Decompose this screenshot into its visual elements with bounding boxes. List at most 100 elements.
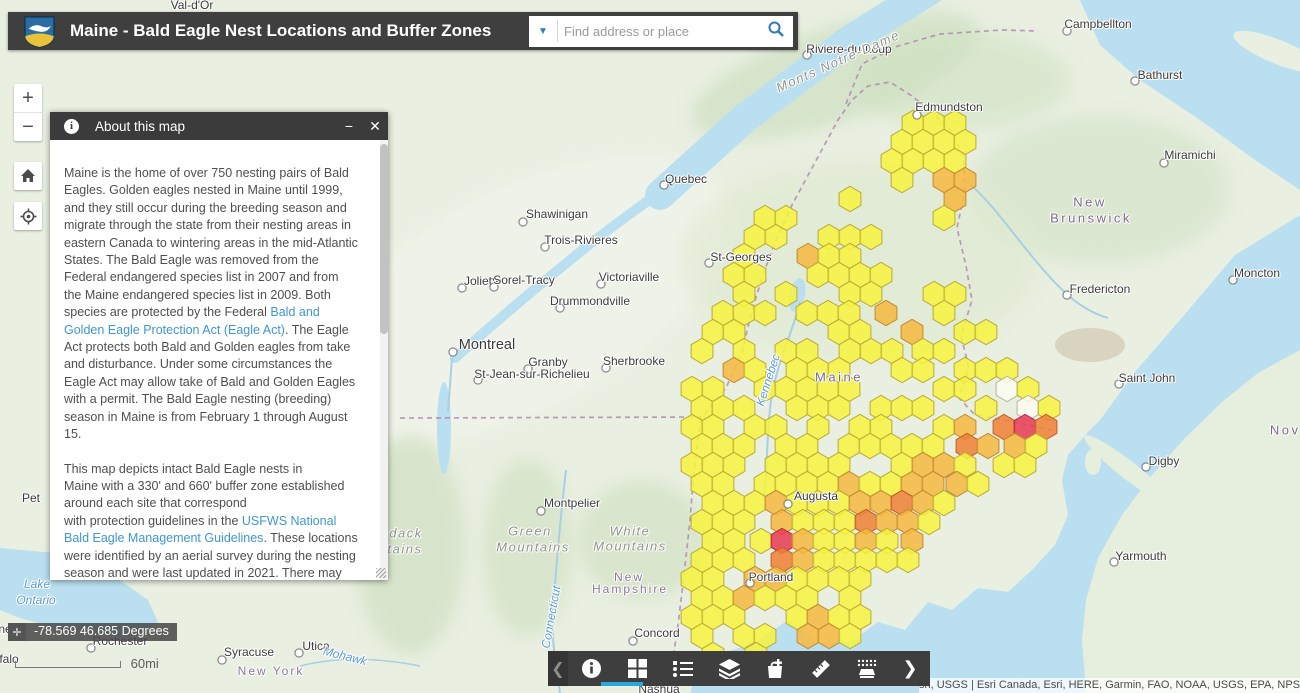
map-label: Ontario: [16, 593, 55, 607]
scrollbar-thumb[interactable]: [380, 144, 388, 334]
zoom-out-button[interactable]: −: [14, 113, 42, 141]
map-label: Augusta: [794, 489, 838, 503]
map-label: Victoriaville: [599, 270, 659, 284]
zoom-controls: + −: [14, 84, 42, 141]
map-label: Sorel-Tracy: [493, 273, 555, 287]
about-paragraph-2-line3: around each site that correspond: [64, 495, 358, 512]
map-label: White: [610, 524, 651, 539]
map-label: Quebec: [665, 172, 707, 186]
tool-add-data-button[interactable]: [752, 651, 798, 686]
about-paragraph-1: Maine is the home of over 750 nesting pa…: [64, 166, 358, 319]
map-label: Bathurst: [1138, 68, 1183, 82]
about-panel: i About this map − ✕ Maine is the home o…: [50, 112, 388, 580]
map-label: Mohawk: [322, 644, 369, 668]
print-icon: [856, 659, 878, 679]
map-label: Drummondville: [550, 294, 630, 308]
info-icon: [581, 658, 602, 679]
map-label: St-Georges: [710, 250, 771, 264]
minimize-button[interactable]: −: [336, 118, 362, 134]
coordinate-readout: -78.569 46.685 Degrees: [26, 623, 177, 641]
zoom-in-button[interactable]: +: [14, 84, 42, 112]
map-label: Green: [508, 524, 552, 539]
city-marker: [784, 500, 793, 509]
tool-print-button[interactable]: [844, 651, 890, 686]
toolbar-prev-icon[interactable]: ❮: [548, 651, 568, 686]
map-label: Hampshire: [592, 582, 668, 596]
map-label: Mountains: [593, 539, 666, 554]
map-attribution: sri, USGS | Esri Canada, Esri, HERE, Gar…: [919, 678, 1300, 693]
page-title: Maine - Bald Eagle Nest Locations and Bu…: [70, 21, 529, 41]
basemap-grid-icon: [628, 659, 647, 678]
map-label: Campbellton: [1064, 17, 1131, 31]
map-label: New York: [238, 664, 305, 678]
tool-legend-button[interactable]: [660, 651, 706, 686]
map-label: Maine: [815, 370, 863, 385]
map-label: Montreal: [459, 337, 515, 353]
info-icon: i: [64, 119, 79, 134]
map-label: Digby: [1149, 454, 1180, 468]
search-dropdown-caret-icon[interactable]: ▼: [529, 26, 557, 37]
map-label: Shawinigan: [526, 207, 588, 221]
map-application: QuebecShawiniganTrois-RivieresJolietteSo…: [0, 0, 1300, 693]
map-label: Portland: [749, 570, 794, 584]
about-panel-header[interactable]: i About this map − ✕: [50, 112, 388, 140]
scale-bar-label: 60mi: [131, 656, 159, 671]
tool-basemap-button[interactable]: [614, 651, 660, 686]
app-header: Maine - Bald Eagle Nest Locations and Bu…: [8, 12, 798, 50]
scale-bar: 60mi: [15, 656, 159, 671]
about-paragraph-1-end: . The Eagle Act protects both Bald and G…: [64, 323, 355, 441]
map-label: dack: [389, 526, 422, 541]
map-label: Fredericton: [1070, 282, 1131, 296]
measure-ruler-icon: [810, 658, 832, 680]
tool-measure-button[interactable]: [798, 651, 844, 686]
search-input[interactable]: [558, 24, 759, 39]
map-label: Mountains: [496, 540, 569, 555]
map-label: Miramichi: [1164, 148, 1215, 162]
locate-button[interactable]: [14, 202, 42, 230]
coordinate-widget: ✛ -78.569 46.685 Degrees: [8, 623, 177, 641]
map-label: Nova: [1270, 423, 1300, 438]
search-icon[interactable]: [759, 20, 793, 43]
home-button[interactable]: [14, 162, 42, 190]
city-marker: [449, 348, 458, 357]
scrollbar[interactable]: [380, 140, 388, 580]
map-label: Sherbrooke: [603, 354, 665, 368]
map-label: tains: [388, 542, 423, 557]
legend-list-icon: [673, 660, 693, 678]
resize-grip[interactable]: [376, 568, 386, 578]
map-label: Val-d'Or: [171, 0, 214, 12]
tool-layers-button[interactable]: [706, 651, 752, 686]
map-label: Connecticut: [539, 585, 564, 650]
map-label: Kennebec: [753, 352, 783, 408]
map-label: Pet: [22, 491, 40, 505]
about-panel-title: About this map: [95, 119, 336, 134]
paragraph-gap: [64, 444, 358, 461]
home-icon: [20, 168, 36, 184]
layers-icon: [719, 659, 740, 679]
map-label: Brunswick: [1050, 211, 1132, 226]
locate-icon: [20, 208, 37, 225]
map-label: Moncton: [1234, 266, 1280, 280]
search-box: ▼: [529, 16, 793, 47]
scale-bar-line: [15, 661, 121, 668]
widget-toolbar: ❮ ❯: [548, 651, 930, 686]
map-label: Lake: [24, 577, 50, 591]
map-label: Saint John: [1119, 371, 1176, 385]
close-button[interactable]: ✕: [362, 118, 388, 135]
map-label: Concord: [634, 626, 679, 640]
about-text: Maine is the home of over 750 nesting pa…: [50, 140, 388, 580]
usfws-logo-icon: [23, 15, 56, 48]
toolbar-next-icon[interactable]: ❯: [890, 651, 930, 686]
map-label: Edmundston: [915, 100, 982, 114]
about-paragraph-2-line1: This map depicts intact Bald Eagle nests…: [64, 461, 358, 478]
about-paragraph-2-line2: Maine with a 330' and 660' buffer zone e…: [64, 478, 358, 495]
map-label: New: [1073, 195, 1107, 210]
tool-info-button[interactable]: [568, 651, 614, 686]
map-label: Yarmouth: [1115, 549, 1166, 563]
map-label: St-Jean-sur-Richelieu: [474, 367, 589, 381]
about-panel-body: Maine is the home of over 750 nesting pa…: [50, 140, 388, 580]
about-paragraph-2: with protection guidelines in the: [64, 514, 242, 528]
add-data-bag-icon: [765, 659, 785, 679]
map-label: Trois-Rivieres: [544, 233, 618, 247]
coordinate-crosshair-icon[interactable]: ✛: [8, 623, 26, 641]
